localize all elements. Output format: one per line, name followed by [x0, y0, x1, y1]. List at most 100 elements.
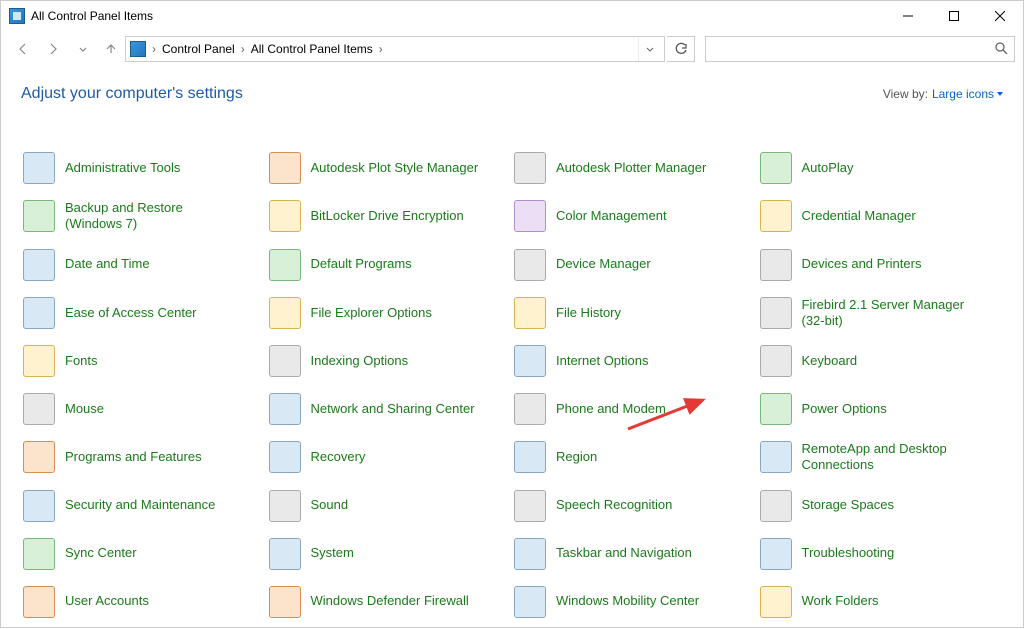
datetime-icon: [23, 249, 55, 281]
tools-icon: [23, 152, 55, 184]
cpl-item-label: Speech Recognition: [556, 497, 672, 513]
ease-access-icon: [23, 297, 55, 329]
cpl-item-label: Windows Defender Firewall: [311, 593, 469, 609]
control-panel-crumb-icon: [130, 41, 146, 57]
cpl-item[interactable]: Administrative Tools: [21, 151, 267, 185]
cpl-item-label: Taskbar and Navigation: [556, 545, 692, 561]
back-button[interactable]: [9, 35, 37, 63]
network-icon: [269, 393, 301, 425]
search-icon: [994, 41, 1008, 58]
recent-dropdown[interactable]: [69, 35, 97, 63]
cpl-item[interactable]: Device Manager: [512, 248, 758, 282]
remoteapp-icon: [760, 441, 792, 473]
cpl-item-label: File History: [556, 305, 621, 321]
address-dropdown[interactable]: [638, 37, 660, 61]
cpl-item[interactable]: Programs and Features: [21, 440, 267, 475]
cpl-item[interactable]: Network and Sharing Center: [267, 392, 513, 426]
cpl-item[interactable]: Ease of Access Center: [21, 296, 267, 331]
close-button[interactable]: [977, 1, 1023, 31]
cpl-item-label: System: [311, 545, 354, 561]
titlebar: All Control Panel Items: [1, 1, 1023, 31]
troubleshoot-icon: [760, 538, 792, 570]
maximize-button[interactable]: [931, 1, 977, 31]
cpl-item-label: Phone and Modem: [556, 401, 666, 417]
refresh-button[interactable]: [667, 36, 695, 62]
cpl-item[interactable]: Backup and Restore (Windows 7): [21, 199, 267, 234]
cpl-item-label: Power Options: [802, 401, 887, 417]
up-button[interactable]: [99, 35, 123, 63]
cpl-item[interactable]: Taskbar and Navigation: [512, 537, 758, 571]
default-programs-icon: [269, 249, 301, 281]
cpl-item[interactable]: Windows Defender Firewall: [267, 585, 513, 619]
cpl-item-label: Device Manager: [556, 256, 651, 272]
cpl-item[interactable]: Security and Maintenance: [21, 489, 267, 523]
cpl-item[interactable]: Region: [512, 440, 758, 475]
cpl-item-label: Region: [556, 449, 597, 465]
cpl-item[interactable]: Sync Center: [21, 537, 267, 571]
cpl-item[interactable]: Storage Spaces: [758, 489, 1004, 523]
forward-button[interactable]: [39, 35, 67, 63]
cpl-item-label: Recovery: [311, 449, 366, 465]
cpl-item-label: Backup and Restore (Windows 7): [65, 200, 235, 233]
cpl-item[interactable]: AutoPlay: [758, 151, 1004, 185]
cpl-item-label: User Accounts: [65, 593, 149, 609]
viewby-dropdown[interactable]: Large icons: [932, 87, 1003, 101]
chevron-down-icon: [997, 92, 1003, 96]
power-icon: [760, 393, 792, 425]
cpl-item[interactable]: Autodesk Plotter Manager: [512, 151, 758, 185]
cpl-item[interactable]: Firebird 2.1 Server Manager (32-bit): [758, 296, 1004, 331]
file-explorer-icon: [269, 297, 301, 329]
cpl-item[interactable]: Windows Mobility Center: [512, 585, 758, 619]
cpl-item-label: Autodesk Plot Style Manager: [311, 160, 479, 176]
cpl-item[interactable]: Autodesk Plot Style Manager: [267, 151, 513, 185]
breadcrumb-sep: ›: [239, 42, 247, 56]
breadcrumb-part[interactable]: All Control Panel Items: [251, 42, 373, 56]
cpl-item[interactable]: Devices and Printers: [758, 248, 1004, 282]
cpl-item-label: Storage Spaces: [802, 497, 895, 513]
mouse-icon: [23, 393, 55, 425]
cpl-item[interactable]: File History: [512, 296, 758, 331]
backup-icon: [23, 200, 55, 232]
fonts-icon: [23, 345, 55, 377]
cpl-item[interactable]: Work Folders: [758, 585, 1004, 619]
cpl-item-label: AutoPlay: [802, 160, 854, 176]
taskbar-icon: [514, 538, 546, 570]
cpl-item[interactable]: Power Options: [758, 392, 1004, 426]
cpl-item[interactable]: RemoteApp and Desktop Connections: [758, 440, 1004, 475]
cpl-item[interactable]: Keyboard: [758, 344, 1004, 378]
control-panel-app-icon: [9, 8, 25, 24]
breadcrumb-part[interactable]: Control Panel: [162, 42, 235, 56]
cpl-item-label: File Explorer Options: [311, 305, 432, 321]
header-row: Adjust your computer's settings View by:…: [1, 67, 1023, 111]
users-icon: [23, 586, 55, 618]
cpl-item[interactable]: Troubleshooting: [758, 537, 1004, 571]
cpl-item[interactable]: Fonts: [21, 344, 267, 378]
page-title: Adjust your computer's settings: [21, 85, 243, 103]
indexing-icon: [269, 345, 301, 377]
cpl-item-label: Default Programs: [311, 256, 412, 272]
cpl-item[interactable]: Default Programs: [267, 248, 513, 282]
cpl-item[interactable]: Speech Recognition: [512, 489, 758, 523]
cpl-item[interactable]: Indexing Options: [267, 344, 513, 378]
cpl-item[interactable]: Recovery: [267, 440, 513, 475]
cpl-item[interactable]: Sound: [267, 489, 513, 523]
cpl-item[interactable]: BitLocker Drive Encryption: [267, 199, 513, 234]
cpl-item[interactable]: Mouse: [21, 392, 267, 426]
cpl-item-label: Troubleshooting: [802, 545, 895, 561]
cpl-item-label: Indexing Options: [311, 353, 409, 369]
cpl-item[interactable]: Credential Manager: [758, 199, 1004, 234]
cpl-item-label: Security and Maintenance: [65, 497, 215, 513]
cpl-item[interactable]: User Accounts: [21, 585, 267, 619]
breadcrumb-sep: ›: [150, 42, 158, 56]
devices-printers-icon: [760, 249, 792, 281]
cpl-item[interactable]: Internet Options: [512, 344, 758, 378]
cpl-item[interactable]: File Explorer Options: [267, 296, 513, 331]
cpl-item[interactable]: Phone and Modem: [512, 392, 758, 426]
phone-icon: [514, 393, 546, 425]
search-box[interactable]: [705, 36, 1015, 62]
cpl-item[interactable]: Color Management: [512, 199, 758, 234]
minimize-button[interactable]: [885, 1, 931, 31]
address-bar[interactable]: › Control Panel › All Control Panel Item…: [125, 36, 665, 62]
cpl-item[interactable]: System: [267, 537, 513, 571]
cpl-item[interactable]: Date and Time: [21, 248, 267, 282]
